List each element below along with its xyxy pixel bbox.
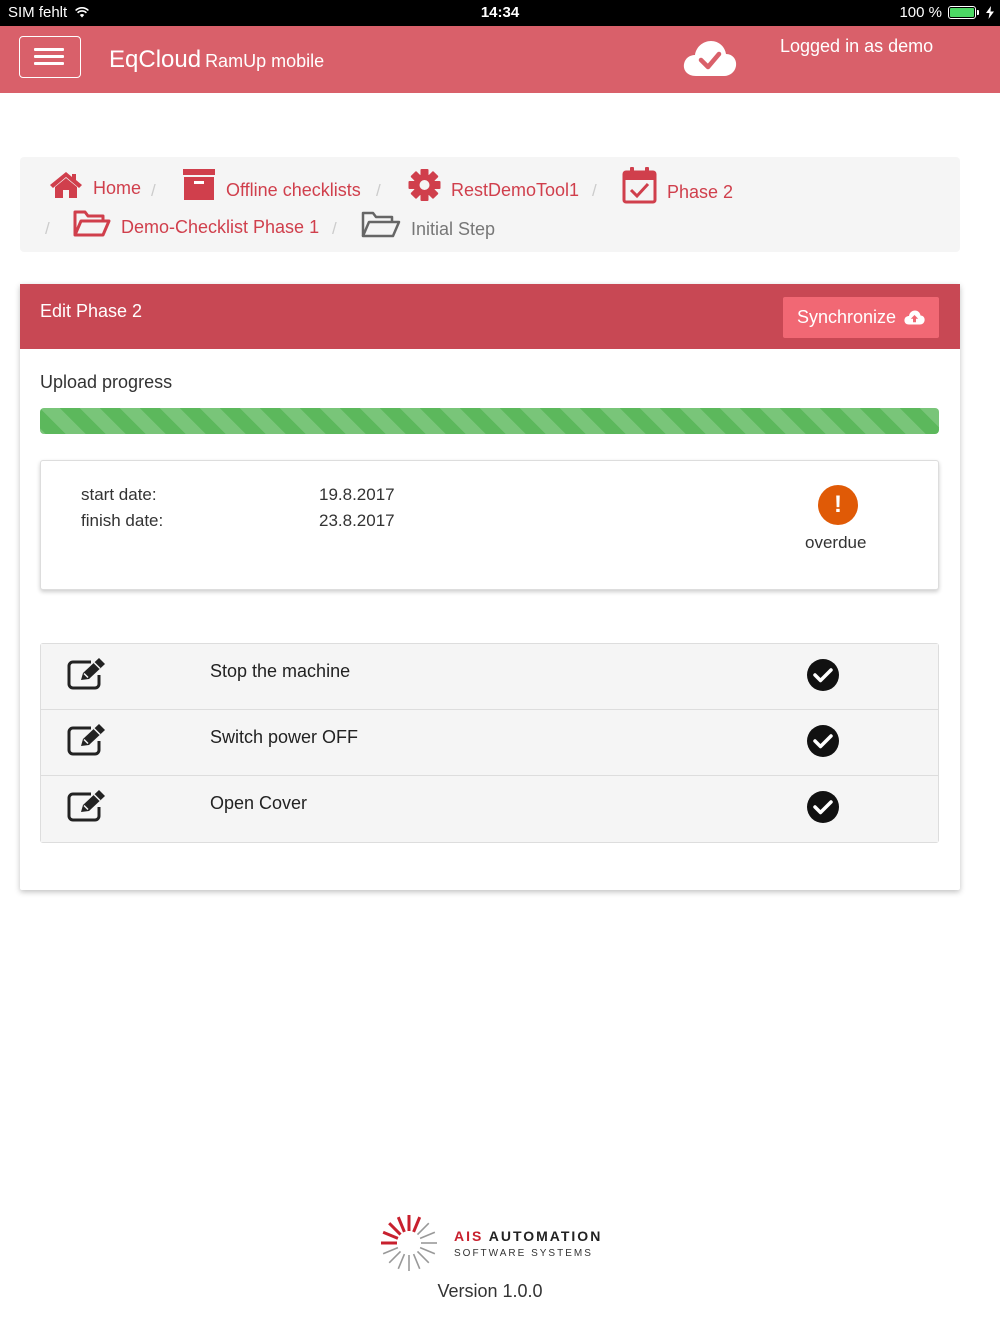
gear-icon	[408, 169, 441, 201]
calendar-check-icon	[622, 167, 657, 204]
logo-ray	[416, 1222, 430, 1236]
ais-logo-icon	[381, 1215, 437, 1271]
logo-word-automation: AUTOMATION	[488, 1227, 603, 1244]
app-version: Version 1.0.0	[437, 1281, 543, 1301]
archive-icon	[183, 169, 215, 200]
clock: 14:34	[480, 4, 520, 21]
check-circle-icon	[807, 725, 839, 757]
battery-percent: 100 %	[899, 4, 942, 21]
task-list: Stop the machine Switch power OFF Open C…	[40, 643, 939, 843]
breadcrumb-label: Phase 2	[667, 181, 734, 202]
status-badge: overdue	[805, 533, 867, 552]
breadcrumb-tool[interactable]: RestDemoTool1	[408, 169, 579, 201]
breadcrumb-label: RestDemoTool1	[451, 179, 580, 200]
breadcrumb-offline-checklists[interactable]: Offline checklists	[182, 168, 361, 201]
cloud-upload-icon	[904, 310, 925, 325]
breadcrumb-label: Offline checklists	[226, 180, 361, 200]
company-logo: AIS AUTOMATION SOFTWARE SYSTEMS	[378, 1214, 602, 1272]
home-icon	[50, 172, 82, 198]
battery-icon	[948, 6, 979, 19]
edit-phase-panel: Edit Phase 2 Synchronize Upload progress…	[20, 284, 960, 890]
phase-dates-card: start date: 19.8.2017 finish date: 23.8.…	[40, 460, 939, 590]
upload-progress-fill	[40, 408, 939, 434]
check-circle-icon	[807, 791, 839, 823]
breadcrumb-current: Initial Step	[361, 207, 495, 240]
panel-title: Edit Phase 2	[40, 301, 143, 321]
list-item[interactable]: Switch power OFF	[41, 710, 938, 776]
logo-ray	[412, 1253, 421, 1270]
brand-subtitle: RamUp mobile	[205, 51, 325, 71]
breadcrumb-separator: /	[332, 219, 337, 238]
edit-icon[interactable]	[67, 724, 107, 756]
finish-date-label: finish date:	[81, 511, 164, 530]
charging-bolt-icon	[986, 6, 994, 19]
logo-ray	[388, 1222, 402, 1236]
finish-date-value: 23.8.2017	[319, 511, 395, 530]
panel-heading: Edit Phase 2 Synchronize	[20, 284, 960, 349]
login-status[interactable]: Logged in as demo	[780, 36, 933, 57]
check-circle-icon	[807, 659, 839, 691]
exclamation-icon: !	[818, 485, 858, 525]
breadcrumb-label: Demo-Checklist Phase 1	[121, 217, 320, 237]
logo-subtitle: SOFTWARE SYSTEMS	[454, 1247, 593, 1259]
edit-icon[interactable]	[67, 658, 107, 690]
start-date-value: 19.8.2017	[319, 485, 395, 504]
cloud-check-icon	[682, 38, 738, 83]
logo-ray	[382, 1230, 399, 1240]
brand-name: EqCloud	[109, 46, 202, 73]
breadcrumb-home[interactable]: Home	[49, 171, 141, 199]
folder-open-icon	[73, 210, 111, 236]
breadcrumb-separator: /	[45, 219, 50, 238]
synchronize-button[interactable]: Synchronize	[783, 297, 939, 338]
folder-open-icon	[361, 211, 401, 237]
status-bar: SIM fehlt 14:34 100 %	[0, 0, 1000, 26]
task-name: Switch power OFF	[210, 727, 359, 747]
breadcrumb-separator: /	[592, 181, 597, 200]
logo-ray	[419, 1231, 436, 1240]
upload-progress-label: Upload progress	[40, 372, 173, 392]
breadcrumb-phase[interactable]: Phase 2	[622, 166, 733, 204]
task-name: Open Cover	[210, 793, 308, 813]
breadcrumb-separator: /	[151, 181, 156, 200]
logo-ray	[416, 1250, 430, 1264]
breadcrumb-label: Home	[93, 177, 142, 198]
logo-word-ais: AIS	[454, 1227, 484, 1244]
edit-icon[interactable]	[67, 790, 107, 822]
menu-toggle-button[interactable]	[19, 36, 81, 78]
logo-ray	[382, 1246, 399, 1255]
upload-progress-bar	[40, 408, 939, 434]
logo-ray	[419, 1246, 436, 1255]
logo-ray	[388, 1250, 402, 1264]
logo-ray	[397, 1253, 406, 1270]
list-item[interactable]: Stop the machine	[41, 644, 938, 710]
list-item[interactable]: Open Cover	[41, 776, 938, 842]
breadcrumb: Home / Offline checklists / RestDemoTool…	[20, 157, 960, 252]
task-name: Stop the machine	[210, 661, 351, 681]
navbar: EqCloud RamUp mobile Logged in as demo	[0, 26, 1000, 93]
logo-ray	[412, 1216, 422, 1233]
breadcrumb-label: Initial Step	[411, 219, 496, 239]
start-date-label: start date:	[81, 485, 157, 504]
brand[interactable]: EqCloud RamUp mobile	[109, 46, 324, 74]
synchronize-label: Synchronize	[796, 307, 897, 327]
breadcrumb-separator: /	[376, 181, 381, 200]
logo-ray	[396, 1216, 406, 1233]
breadcrumb-checklist[interactable]: Demo-Checklist Phase 1	[73, 207, 319, 238]
